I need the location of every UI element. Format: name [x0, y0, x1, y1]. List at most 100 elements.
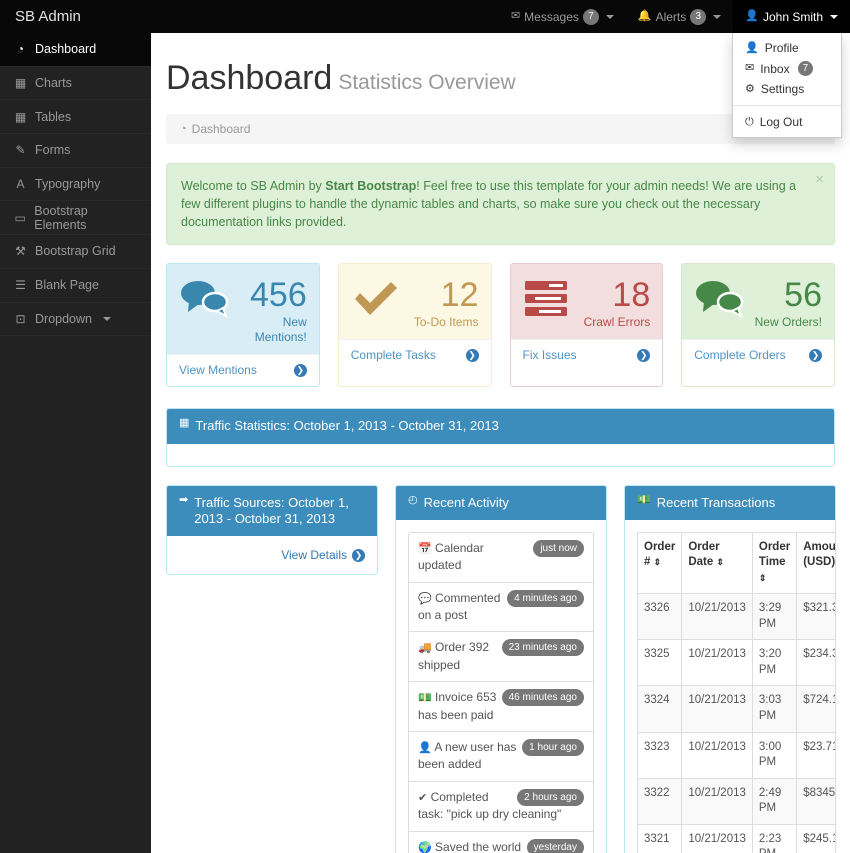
dropdown-item-profile[interactable]: 👤 Profile [733, 38, 841, 58]
navbar-item-messages[interactable]: ✉Messages7 [499, 0, 626, 33]
dropdown-item-settings[interactable]: ⚙Settings [733, 79, 841, 99]
sort-icon: ⇕ [654, 557, 662, 567]
table-cell: 10/21/2013 [682, 594, 753, 640]
table-column-header[interactable]: Order Time ⇕ [752, 532, 796, 594]
table-cell: 3322 [638, 778, 682, 824]
table-row: 332410/21/20133:03 PM$724.17 [638, 686, 837, 732]
page-subtitle: Statistics Overview [338, 71, 515, 94]
dropdown-item-badge: 7 [798, 61, 814, 76]
sidebar-item-label: Forms [35, 143, 70, 157]
sidebar-item-bootstrap-grid[interactable]: ⚒Bootstrap Grid [0, 235, 151, 269]
file-icon: ☰ [14, 279, 27, 291]
table-column-header[interactable]: Order Date ⇕ [682, 532, 753, 594]
dropdown-item-label: Settings [761, 82, 804, 96]
top-navbar: SB Admin ✉Messages7🔔Alerts3👤John Smith [0, 0, 850, 33]
activity-list-item[interactable]: 23 minutes ago🚚 Order 392 shipped [409, 632, 593, 682]
table-cell: $245.12 [797, 824, 836, 853]
table-column-header[interactable]: Order # ⇕ [638, 532, 682, 594]
view-details-link[interactable]: View Details ❯ [179, 548, 365, 562]
activity-list-item[interactable]: 46 minutes ago💵 Invoice 653 has been pai… [409, 682, 593, 732]
stat-panels-row: 456New Mentions!View Mentions❯12To-Do It… [166, 263, 835, 387]
table-cell: 3321 [638, 824, 682, 853]
stat-panel-icon [694, 277, 746, 319]
stat-panel-footer-link[interactable]: Complete Tasks❯ [339, 339, 491, 371]
activity-list-item[interactable]: just now📅 Calendar updated [409, 533, 593, 583]
truck-icon: 🚚 [418, 643, 432, 654]
transactions-table-head: Order # ⇕Order Date ⇕Order Time ⇕Amount … [638, 532, 837, 594]
navbar-user-menu[interactable]: 👤John Smith [733, 0, 850, 33]
activity-list-item[interactable]: yesterday🌍 Saved the world [409, 832, 593, 853]
stat-panel-footer-label: Fix Issues [523, 348, 577, 363]
stat-panel-footer-link[interactable]: Fix Issues❯ [511, 339, 663, 371]
stat-panel-icon [351, 277, 403, 319]
brand-link[interactable]: SB Admin [0, 0, 96, 33]
dropdown-item-label: Profile [765, 41, 799, 55]
navbar-item-label: Messages [524, 10, 579, 24]
alert-text: Welcome to SB Admin by Start Bootstrap! … [181, 179, 796, 229]
table-cell: $23.71 [797, 732, 836, 778]
table-column-header[interactable]: Amount (USD) ⇕ [797, 532, 836, 594]
stat-panel-footer-link[interactable]: Complete Orders❯ [682, 339, 834, 371]
table-row: 332610/21/20133:29 PM$321.33 [638, 594, 837, 640]
chevron-down-icon [713, 15, 721, 19]
edit-icon: ✎ [14, 144, 27, 156]
activity-list-item[interactable]: 2 hours ago✔ Completed task: "pick up dr… [409, 782, 593, 832]
activity-list-item[interactable]: 4 minutes ago💬 Commented on a post [409, 583, 593, 633]
traffic-statistics-header: ▦ Traffic Statistics: October 1, 2013 - … [167, 409, 834, 443]
envelope-icon: ✉ [745, 63, 754, 74]
activity-time-badge: 4 minutes ago [507, 590, 584, 607]
circle-arrow-right-icon: ❯ [352, 549, 365, 562]
chart-bar-icon: ▦ [179, 418, 189, 429]
clock-icon: ◴ [408, 495, 418, 506]
circle-arrow-right-icon: ❯ [294, 364, 307, 377]
table-cell: 10/21/2013 [682, 778, 753, 824]
globe-icon: 🌍 [418, 843, 432, 853]
sidebar-item-charts[interactable]: ▦Charts [0, 67, 151, 101]
check-icon: ✔ [418, 793, 427, 804]
table-cell: $8345.23 [797, 778, 836, 824]
sidebar-item-dashboard[interactable]: ◔Dashboard [0, 33, 151, 67]
user-dropdown-menu: 👤 Profile ✉ Inbox 7 ⚙Settings ⏻Log Out [732, 33, 842, 138]
activity-time-badge: 23 minutes ago [502, 639, 584, 656]
sidebar-item-typography[interactable]: A Typography [0, 168, 151, 202]
traffic-sources-panel: ➡ Traffic Sources: October 1, 2013 - Oct… [166, 485, 378, 576]
sidebar-item-dropdown[interactable]: ⊡ Dropdown [0, 303, 151, 337]
table-cell: 3:03 PM [752, 686, 796, 732]
navbar-item-badge: 7 [583, 9, 599, 25]
dropdown-item-label: Inbox [760, 62, 789, 76]
navbar-item-alerts[interactable]: 🔔Alerts3 [626, 0, 733, 33]
traffic-statistics-panel: ▦ Traffic Statistics: October 1, 2013 - … [166, 408, 835, 466]
table-cell: 10/21/2013 [682, 640, 753, 686]
sidebar-item-tables[interactable]: ▦Tables [0, 100, 151, 134]
close-icon[interactable]: × [815, 172, 824, 187]
table-cell: $234.34 [797, 640, 836, 686]
table-cell: 3:29 PM [752, 594, 796, 640]
sidebar-item-label: Typography [35, 177, 100, 191]
sidebar-item-bootstrap-elements[interactable]: ▭Bootstrap Elements [0, 201, 151, 235]
user-icon: 👤 [745, 43, 759, 54]
circle-arrow-right-icon: ❯ [466, 349, 479, 362]
sidebar-item-forms[interactable]: ✎ Forms [0, 134, 151, 168]
shopping-cart-icon [694, 279, 744, 319]
recent-activity-panel: ◴ Recent Activity just now📅 Calendar upd… [395, 485, 607, 853]
stat-panel-footer-link[interactable]: View Mentions❯ [167, 354, 319, 386]
dropdown-item-logout[interactable]: ⏻Log Out [733, 112, 841, 132]
breadcrumb-item-dashboard[interactable]: Dashboard [192, 122, 251, 136]
comment-icon: 💬 [418, 594, 432, 605]
activity-list-item[interactable]: 1 hour ago👤 A new user has been added [409, 732, 593, 782]
traffic-sources-header: ➡ Traffic Sources: October 1, 2013 - Oct… [167, 486, 377, 537]
sidebar-item-label: Dropdown [35, 312, 92, 326]
font-icon: A [14, 178, 27, 190]
table-cell: $724.17 [797, 686, 836, 732]
money-icon: 💵 [637, 495, 651, 506]
stat-panel-icon [179, 277, 231, 319]
sidebar-item-blank-page[interactable]: ☰Blank Page [0, 269, 151, 303]
caret-square-icon: ⊡ [14, 313, 27, 325]
sidebar-item-label: Bootstrap Grid [35, 244, 116, 258]
navbar-item-label: Alerts [656, 10, 687, 24]
stat-panel-values: 56New Orders! [746, 277, 822, 330]
activity-time-badge: yesterday [527, 839, 584, 853]
dropdown-item-inbox[interactable]: ✉ Inbox 7 [733, 58, 841, 79]
stat-panel-value: 12 [403, 277, 479, 313]
table-column-label: Amount (USD) [803, 541, 836, 569]
